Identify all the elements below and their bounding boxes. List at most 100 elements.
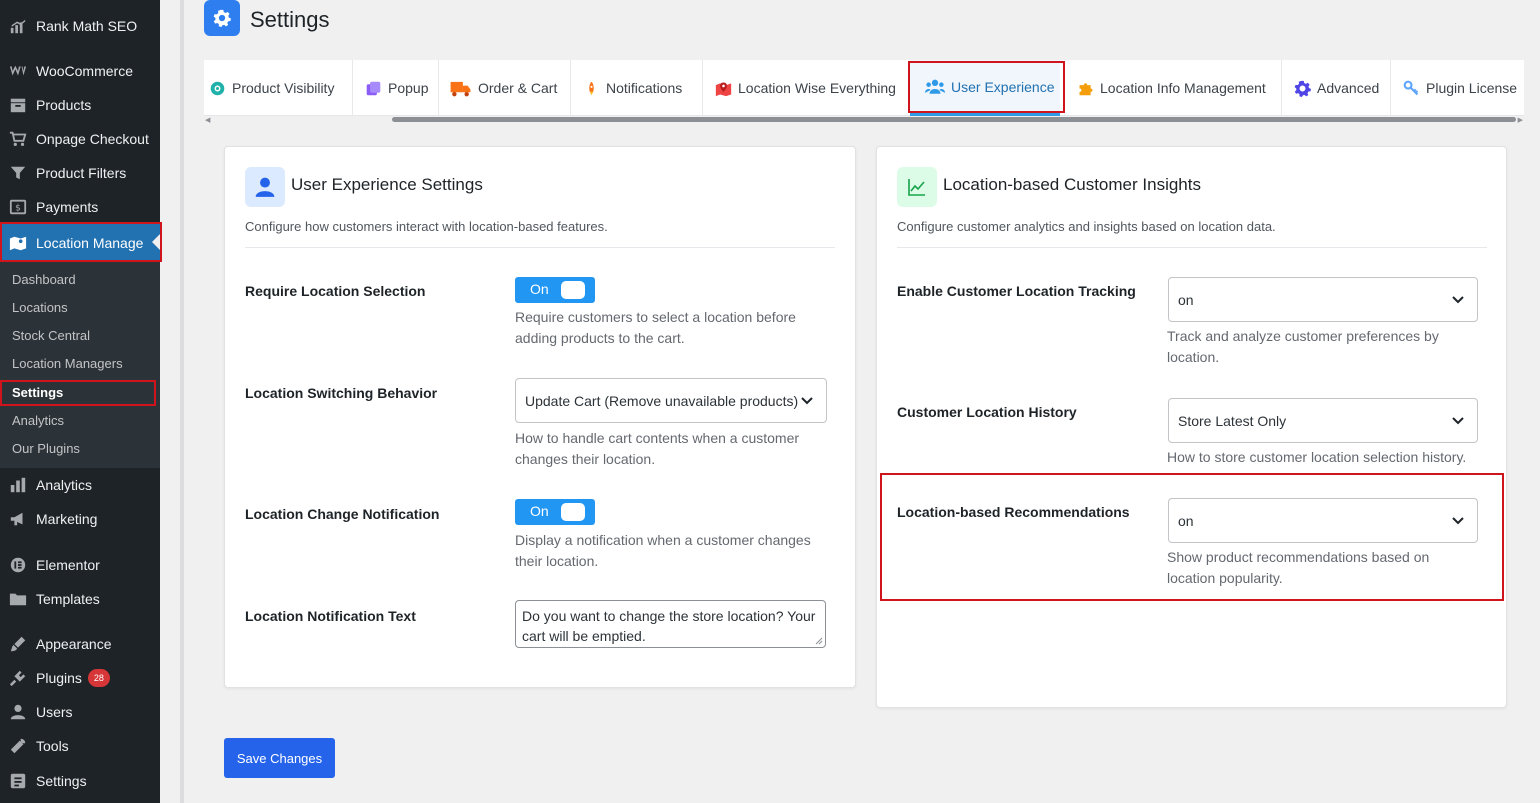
field-label: Require Location Selection	[245, 283, 426, 299]
menu-label: Onpage Checkout	[36, 131, 149, 147]
key-icon	[1402, 79, 1420, 97]
menu-label: Settings	[36, 773, 87, 789]
filter-icon	[8, 163, 28, 183]
menu-item-appearance[interactable]: Appearance	[0, 627, 160, 661]
menu-item-rank-math[interactable]: Rank Math SEO	[0, 9, 160, 43]
field-help: Display a notification when a customer c…	[515, 530, 811, 572]
chevron-down-icon	[1452, 417, 1464, 425]
megaphone-icon	[8, 509, 28, 529]
submenu-locations[interactable]: Locations	[12, 300, 68, 315]
chart-line-icon	[897, 167, 937, 207]
menu-item-marketing[interactable]: Marketing	[0, 502, 160, 536]
location-history-select[interactable]: Store Latest Only	[1168, 398, 1478, 443]
tab-label: Location Info Management	[1100, 80, 1266, 96]
submenu-dashboard[interactable]: Dashboard	[12, 272, 76, 287]
tab-label: Popup	[388, 80, 429, 96]
menu-item-woocommerce[interactable]: WooCommerce	[0, 54, 160, 88]
help-line: changes their location.	[515, 451, 656, 467]
menu-label: Plugins	[36, 670, 82, 686]
tab-location-wise-everything[interactable]: Location Wise Everything	[714, 60, 896, 116]
map-marker-icon	[714, 79, 732, 97]
select-value: on	[1178, 512, 1194, 529]
menu-item-payments[interactable]: $ Payments	[0, 190, 160, 224]
plugin-icon	[8, 668, 28, 688]
main-content: Settings Product Visibility Popup Order …	[160, 0, 1540, 803]
field-label: Customer Location History	[897, 404, 1077, 420]
tab-product-visibility[interactable]: Product Visibility	[208, 60, 334, 116]
menu-item-elementor[interactable]: Elementor	[0, 548, 160, 582]
recommendations-select[interactable]: on	[1168, 498, 1478, 543]
field-label: Location-based Recommendations	[897, 504, 1130, 520]
menu-item-templates[interactable]: Templates	[0, 582, 160, 616]
field-label: Location Notification Text	[245, 608, 416, 624]
tab-user-experience[interactable]: User Experience	[910, 60, 1060, 116]
page-title: Settings	[250, 7, 330, 32]
truck-icon	[450, 79, 472, 97]
field-help: Track and analyze customer preferences b…	[1167, 326, 1439, 368]
help-line: Require customers to select a location b…	[515, 309, 796, 325]
submenu-analytics[interactable]: Analytics	[12, 413, 64, 428]
user-icon	[8, 702, 28, 722]
menu-item-settings[interactable]: Settings	[0, 764, 160, 798]
menu-item-analytics[interactable]: Analytics	[0, 468, 160, 502]
tab-label: Advanced	[1317, 80, 1380, 96]
save-changes-button[interactable]: Save Changes	[224, 738, 335, 778]
scroll-right-arrow-icon[interactable]: ▶	[1518, 116, 1523, 124]
menu-item-location-manage[interactable]: Location Manage	[0, 224, 160, 261]
field-help: Require customers to select a location b…	[515, 307, 796, 349]
users-icon	[925, 78, 945, 96]
help-line: location popularity.	[1167, 570, 1283, 586]
gear-icon	[204, 0, 240, 36]
tabs-scrollbar[interactable]: ◀ ▶	[204, 116, 1524, 124]
tab-label: User Experience	[951, 78, 1055, 95]
notification-text-textarea[interactable]: Do you want to change the store location…	[515, 600, 826, 648]
field-label: Enable Customer Location Tracking	[897, 283, 1136, 299]
menu-item-products[interactable]: Products	[0, 88, 160, 122]
switching-behavior-select[interactable]: Update Cart (Remove unavailable products…	[515, 378, 827, 423]
tab-order-cart[interactable]: Order & Cart	[450, 60, 557, 116]
tab-divider	[1281, 60, 1282, 116]
menu-item-tools[interactable]: Tools	[0, 729, 160, 763]
menu-label: Product Filters	[36, 165, 127, 181]
tab-location-info-management[interactable]: Location Info Management	[1076, 60, 1266, 116]
card-description: Configure how customers interact with lo…	[245, 219, 608, 234]
select-value: on	[1178, 291, 1194, 308]
menu-item-users[interactable]: Users	[0, 695, 160, 729]
tab-divider	[352, 60, 353, 116]
help-line: adding products to the cart.	[515, 330, 685, 346]
change-notification-toggle[interactable]: On	[515, 499, 595, 525]
textarea-line: cart will be emptied.	[522, 628, 646, 644]
toggle-knob	[561, 281, 585, 299]
folder-icon	[8, 589, 28, 609]
user-icon	[245, 167, 285, 207]
tab-notifications[interactable]: Notifications	[582, 60, 682, 116]
submenu-stock-central[interactable]: Stock Central	[12, 328, 90, 343]
menu-item-onpage-checkout[interactable]: Onpage Checkout	[0, 122, 160, 156]
menu-label: Users	[36, 704, 73, 720]
admin-sidebar: Rank Math SEO WooCommerce Products Onpag…	[0, 0, 160, 803]
select-value: Store Latest Only	[1178, 412, 1287, 429]
chevron-down-icon	[1452, 517, 1464, 525]
menu-item-product-filters[interactable]: Product Filters	[0, 156, 160, 190]
field-label: Location Switching Behavior	[245, 385, 438, 401]
submenu-location-managers[interactable]: Location Managers	[12, 356, 123, 371]
menu-item-plugins[interactable]: Plugins 28	[0, 661, 160, 695]
map-icon	[8, 233, 28, 253]
resize-grip-icon[interactable]	[815, 637, 823, 645]
scroll-thumb[interactable]	[392, 117, 1516, 122]
tab-popup[interactable]: Popup	[364, 60, 428, 116]
card-divider	[897, 247, 1487, 248]
customer-tracking-select[interactable]: on	[1168, 277, 1478, 322]
card-divider	[245, 247, 835, 248]
svg-text:$: $	[15, 204, 21, 214]
help-line: Display a notification when a customer c…	[515, 532, 811, 548]
tab-advanced[interactable]: Advanced	[1293, 60, 1379, 116]
ux-settings-card: User Experience Settings Configure how c…	[224, 146, 856, 688]
submenu-our-plugins[interactable]: Our Plugins	[12, 441, 80, 456]
tab-plugin-license[interactable]: Plugin License	[1402, 60, 1517, 116]
submenu-settings[interactable]: Settings	[12, 385, 63, 400]
scroll-left-arrow-icon[interactable]: ◀	[205, 116, 210, 124]
products-icon	[8, 95, 28, 115]
require-location-toggle[interactable]: On	[515, 277, 595, 303]
help-line: Track and analyze customer preferences b…	[1167, 328, 1439, 344]
